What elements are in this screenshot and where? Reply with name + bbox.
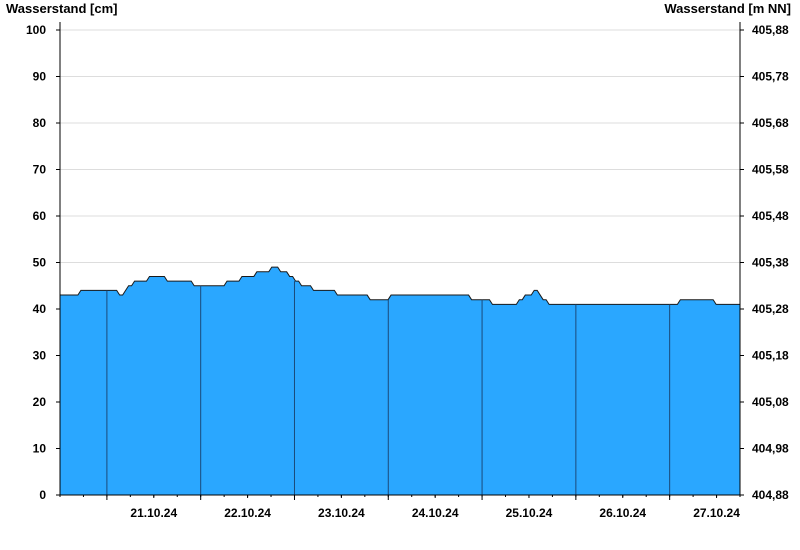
y-tick-label-right: 404,98: [752, 442, 789, 456]
y-tick-label-right: 404,88: [752, 488, 789, 502]
x-tick-label: 21.10.24: [130, 506, 177, 520]
y-tick-label-left: 50: [33, 256, 47, 270]
water-level-chart: 0 10 20 30 40 50 60 70 80 90 100 404,88 404,98 405,08…: [26, 22, 789, 520]
x-tick-label: 24.10.24: [412, 506, 459, 520]
y-tick-label-left: 10: [33, 442, 47, 456]
y-tick-label-right: 405,28: [752, 302, 789, 316]
y-tick-label-right: 405,68: [752, 116, 789, 130]
y-tick-label-left: 20: [33, 395, 47, 409]
water-level-area: [60, 267, 740, 495]
y-tick-label-left: 100: [26, 23, 46, 37]
y-tick-label-left: 70: [33, 163, 47, 177]
x-tick-label: 23.10.24: [318, 506, 365, 520]
y-tick-label-right: 405,58: [752, 163, 789, 177]
y-tick-label-left: 30: [33, 349, 47, 363]
x-tick-label: 22.10.24: [224, 506, 271, 520]
y-tick-label-right: 405,78: [752, 70, 789, 84]
y-tick-label-left: 40: [33, 302, 47, 316]
y-tick-label-left: 0: [39, 488, 46, 502]
y-tick-label-left: 80: [33, 116, 47, 130]
x-tick-label: 26.10.24: [599, 506, 646, 520]
y-tick-label-left: 60: [33, 209, 47, 223]
y-tick-label-right: 405,48: [752, 209, 789, 223]
y-tick-label-right: 405,18: [752, 349, 789, 363]
x-tick-label: 27.10.24: [693, 506, 740, 520]
y-tick-label-right: 405,88: [752, 23, 789, 37]
x-tick-label: 25.10.24: [506, 506, 553, 520]
y-tick-label-right: 405,08: [752, 395, 789, 409]
y-tick-label-left: 90: [33, 70, 47, 84]
y-tick-label-right: 405,38: [752, 256, 789, 270]
